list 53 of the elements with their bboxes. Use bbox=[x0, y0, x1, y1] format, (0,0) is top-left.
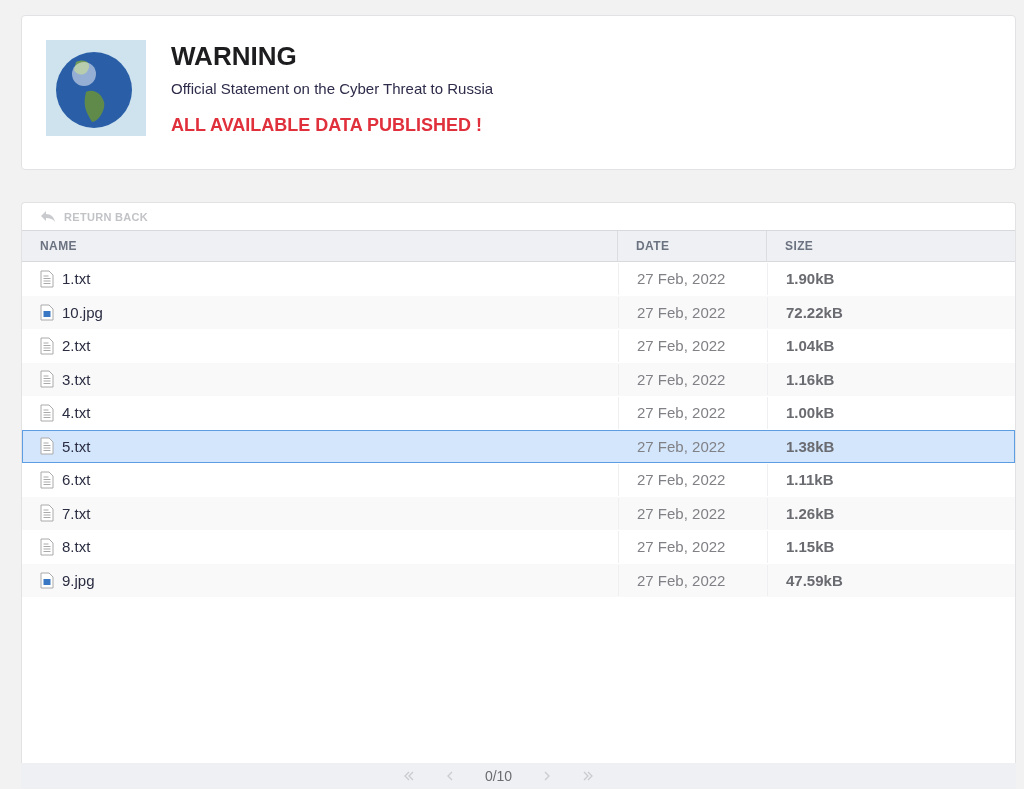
size-cell: 1.26kB bbox=[767, 497, 1014, 529]
text-file-icon bbox=[40, 403, 54, 422]
alert-text: ALL AVAILABLE DATA PUBLISHED ! bbox=[171, 115, 483, 136]
size-cell: 1.04kB bbox=[767, 330, 1014, 362]
image-file-icon bbox=[40, 571, 54, 589]
file-name: 1.txt bbox=[62, 270, 91, 288]
page-counter: 0/10 bbox=[484, 768, 513, 784]
size-cell: 1.15kB bbox=[767, 531, 1014, 563]
text-file-icon bbox=[40, 269, 54, 288]
file-name: 7.txt bbox=[62, 504, 91, 522]
file-name: 3.txt bbox=[62, 370, 91, 388]
file-name: 9.jpg bbox=[62, 571, 95, 589]
date-cell: 27 Feb, 2022 bbox=[618, 397, 767, 429]
file-name: 2.txt bbox=[62, 337, 91, 355]
text-file-icon bbox=[40, 437, 54, 456]
file-row[interactable]: 7.txt 27 Feb, 2022 1.26kB bbox=[22, 496, 1015, 530]
date-cell: 27 Feb, 2022 bbox=[618, 464, 767, 496]
date-cell: 27 Feb, 2022 bbox=[618, 531, 767, 563]
reply-arrow-icon bbox=[40, 210, 56, 223]
text-file-icon bbox=[40, 336, 54, 355]
file-name: 10.jpg bbox=[62, 303, 103, 321]
date-cell: 27 Feb, 2022 bbox=[618, 564, 767, 596]
text-file-icon bbox=[40, 504, 54, 523]
date-cell-text: 27 Feb, 2022 bbox=[636, 436, 727, 457]
column-header[interactable]: DATE bbox=[617, 231, 766, 262]
file-row[interactable]: 9.jpg 27 Feb, 2022 47.59kB bbox=[22, 563, 1015, 597]
size-cell: 72.22kB bbox=[767, 296, 1014, 328]
file-row[interactable]: 3.txt 27 Feb, 2022 1.16kB bbox=[22, 362, 1015, 396]
date-cell: 27 Feb, 2022 bbox=[618, 296, 767, 328]
size-cell: 1.90kB bbox=[767, 263, 1014, 295]
column-header[interactable]: NAME bbox=[22, 231, 617, 262]
size-cell: 1.16kB bbox=[767, 363, 1014, 395]
image-file-icon bbox=[40, 303, 54, 321]
statement-subtitle: Official Statement on the Cyber Threat to Russia bbox=[171, 80, 494, 97]
file-name: 6.txt bbox=[62, 471, 91, 489]
date-cell: 27 Feb, 2022 bbox=[618, 263, 767, 295]
column-header[interactable]: SIZE bbox=[766, 231, 1015, 262]
size-cell: 1.11kB bbox=[767, 464, 1014, 496]
size-cell-text: 1.38kB bbox=[785, 436, 836, 457]
file-name: 8.txt bbox=[62, 538, 91, 556]
size-cell: 1.00kB bbox=[767, 397, 1014, 429]
date-cell: 27 Feb, 2022 bbox=[618, 330, 767, 362]
text-file-icon bbox=[40, 470, 54, 489]
size-cell: 47.59kB bbox=[767, 564, 1014, 596]
text-file-icon bbox=[40, 537, 54, 556]
warning-title: WARNING bbox=[171, 41, 298, 72]
text-file-icon bbox=[40, 370, 54, 389]
file-row[interactable]: 5.txt 27 Feb, 2022 1.38kB bbox=[22, 429, 1015, 463]
date-cell: 27 Feb, 2022 bbox=[618, 363, 767, 395]
file-row[interactable]: 10.jpg 27 Feb, 2022 72.22kB bbox=[22, 295, 1015, 329]
date-cell: 27 Feb, 2022 bbox=[618, 497, 767, 529]
file-name: 4.txt bbox=[62, 404, 91, 422]
file-name: 5.txt bbox=[62, 437, 91, 455]
